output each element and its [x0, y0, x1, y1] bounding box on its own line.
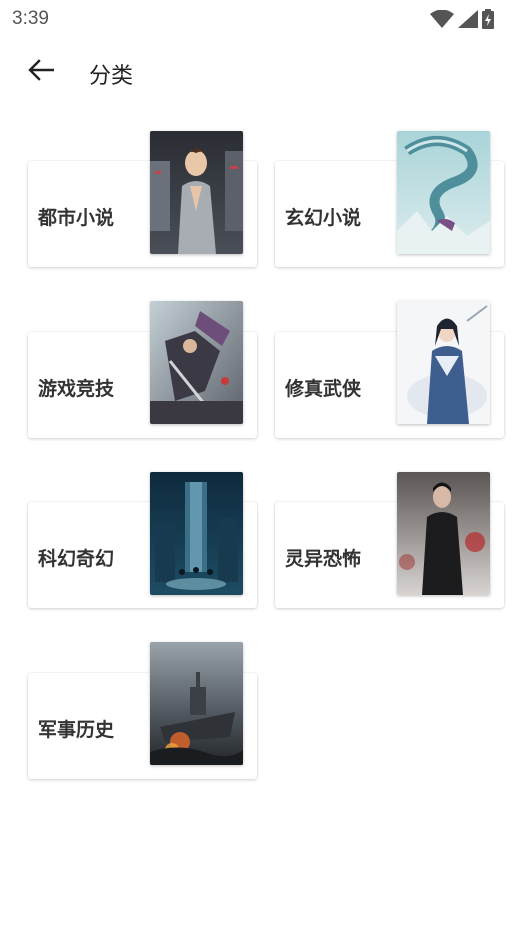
- urban-man-cover[interactable]: [150, 131, 243, 254]
- game-warriors-cover[interactable]: [150, 301, 243, 424]
- category-label: 玄幻小说: [285, 207, 362, 229]
- dark-figure-cover[interactable]: [397, 472, 490, 595]
- category-label: 修真武侠: [285, 378, 362, 400]
- category-label: 灵异恐怖: [285, 548, 362, 570]
- ice-dragon-cover[interactable]: [397, 131, 490, 254]
- warship-cover[interactable]: [150, 642, 243, 765]
- category-label: 科幻奇幻: [38, 548, 115, 570]
- category-label: 军事历史: [38, 719, 115, 741]
- scifi-tower-cover[interactable]: [150, 472, 243, 595]
- category-label: 都市小说: [38, 207, 115, 229]
- category-grid: 都市小说 玄幻小说 游戏竞技 修真武侠 科幻奇幻 灵异恐怖 军事历史: [0, 0, 532, 946]
- category-label: 游戏竞技: [38, 378, 115, 400]
- swordsman-cover[interactable]: [397, 301, 490, 424]
